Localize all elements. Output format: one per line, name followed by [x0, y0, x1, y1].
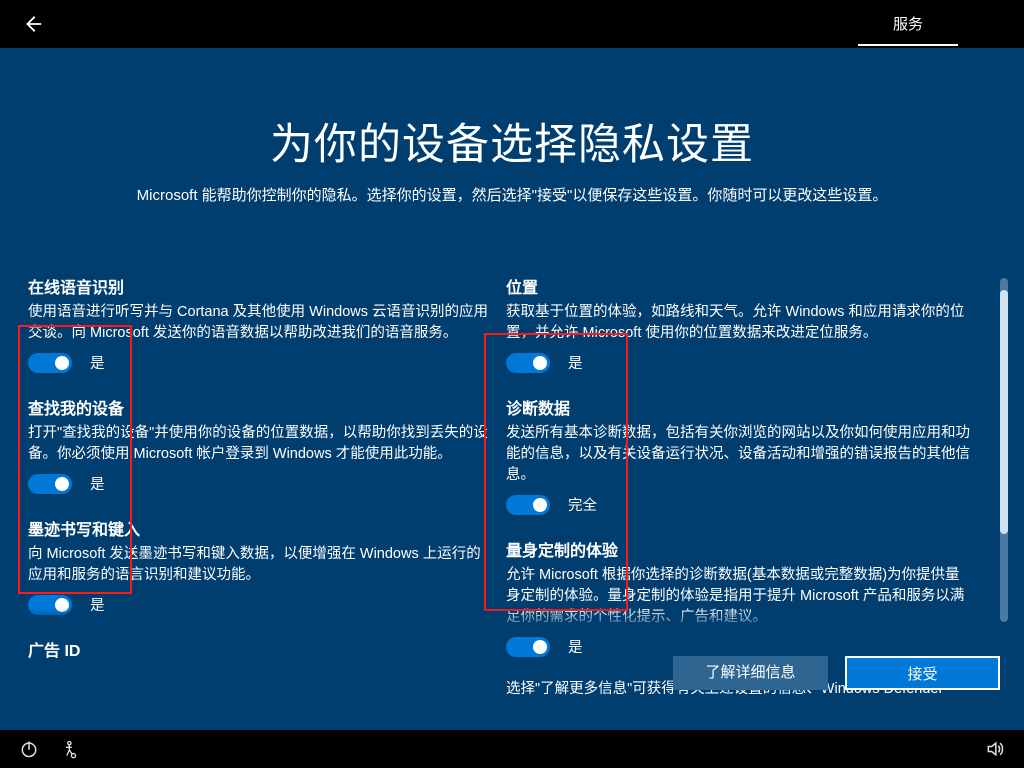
toggle-tailored[interactable] [506, 637, 550, 657]
setting-tailored: 量身定制的体验 允许 Microsoft 根据你选择的诊断数据(基本数据或完整数… [506, 537, 971, 657]
setting-title: 量身定制的体验 [506, 537, 971, 561]
toggle-diagnostics[interactable] [506, 495, 550, 515]
setting-desc: 获取基于位置的体验，如路线和天气。允许 Windows 和应用请求你的位置，并允… [506, 302, 971, 344]
toggle-label: 是 [90, 594, 105, 615]
back-button[interactable] [14, 6, 50, 42]
toggle-label: 是 [90, 352, 105, 373]
toggle-label: 是 [568, 636, 583, 657]
page-subtitle: Microsoft 能帮助你控制你的隐私。选择你的设置，然后选择"接受"以便保存… [0, 184, 1024, 205]
settings-column-left: 在线语音识别 使用语音进行听写并与 Cortana 及其他使用 Windows … [28, 274, 493, 683]
setting-title: 位置 [506, 274, 971, 298]
setting-title: 广告 ID [28, 637, 493, 661]
setting-desc: 打开"查找我的设备"并使用你的设备的位置数据，以帮助你找到丢失的设备。你必须使用… [28, 423, 493, 465]
setting-diagnostics: 诊断数据 发送所有基本诊断数据，包括有关你浏览的网站以及你如何使用应用和功能的信… [506, 395, 971, 515]
toggle-location[interactable] [506, 353, 550, 373]
toggle-speech[interactable] [28, 353, 72, 373]
toggle-find-my-device[interactable] [28, 474, 72, 494]
volume-icon[interactable] [984, 738, 1006, 760]
setting-ad-id: 广告 ID [28, 637, 493, 661]
toggle-label: 是 [90, 473, 105, 494]
setting-title: 在线语音识别 [28, 274, 493, 298]
settings-area: 在线语音识别 使用语音进行听写并与 Cortana 及其他使用 Windows … [28, 274, 986, 632]
setting-location: 位置 获取基于位置的体验，如路线和天气。允许 Windows 和应用请求你的位置… [506, 274, 971, 373]
setting-desc: 发送所有基本诊断数据，包括有关你浏览的网站以及你如何使用应用和功能的信息，以及有… [506, 423, 971, 486]
accessibility-icon[interactable] [60, 738, 82, 760]
power-icon[interactable] [18, 738, 40, 760]
setting-title: 诊断数据 [506, 395, 971, 419]
toggle-label: 完全 [568, 494, 597, 515]
setting-speech: 在线语音识别 使用语音进行听写并与 Cortana 及其他使用 Windows … [28, 274, 493, 373]
scrollbar-thumb[interactable] [1000, 290, 1008, 534]
setting-ink-typing: 墨迹书写和键入 向 Microsoft 发送墨迹书写和键入数据，以便增强在 Wi… [28, 516, 493, 615]
task-strip [0, 730, 1024, 768]
accept-button[interactable]: 接受 [845, 656, 1000, 690]
toggle-ink-typing[interactable] [28, 595, 72, 615]
setting-title: 查找我的设备 [28, 395, 493, 419]
toggle-label: 是 [568, 352, 583, 373]
tab-services[interactable]: 服务 [864, 0, 952, 48]
setting-find-my-device: 查找我的设备 打开"查找我的设备"并使用你的设备的位置数据，以帮助你找到丢失的设… [28, 395, 493, 494]
tab-underline [858, 44, 958, 46]
setting-desc: 使用语音进行听写并与 Cortana 及其他使用 Windows 云语音识别的应… [28, 302, 493, 344]
page-title: 为你的设备选择隐私设置 [0, 110, 1024, 172]
setting-desc: 允许 Microsoft 根据你选择的诊断数据(基本数据或完整数据)为你提供量身… [506, 565, 971, 628]
setting-desc: 向 Microsoft 发送墨迹书写和键入数据，以便增强在 Windows 上运… [28, 544, 493, 586]
settings-column-right: 位置 获取基于位置的体验，如路线和天气。允许 Windows 和应用请求你的位置… [506, 274, 971, 722]
setting-title: 墨迹书写和键入 [28, 516, 493, 540]
title-bar: 服务 [0, 0, 1024, 48]
learn-more-button[interactable]: 了解详细信息 [673, 656, 828, 690]
